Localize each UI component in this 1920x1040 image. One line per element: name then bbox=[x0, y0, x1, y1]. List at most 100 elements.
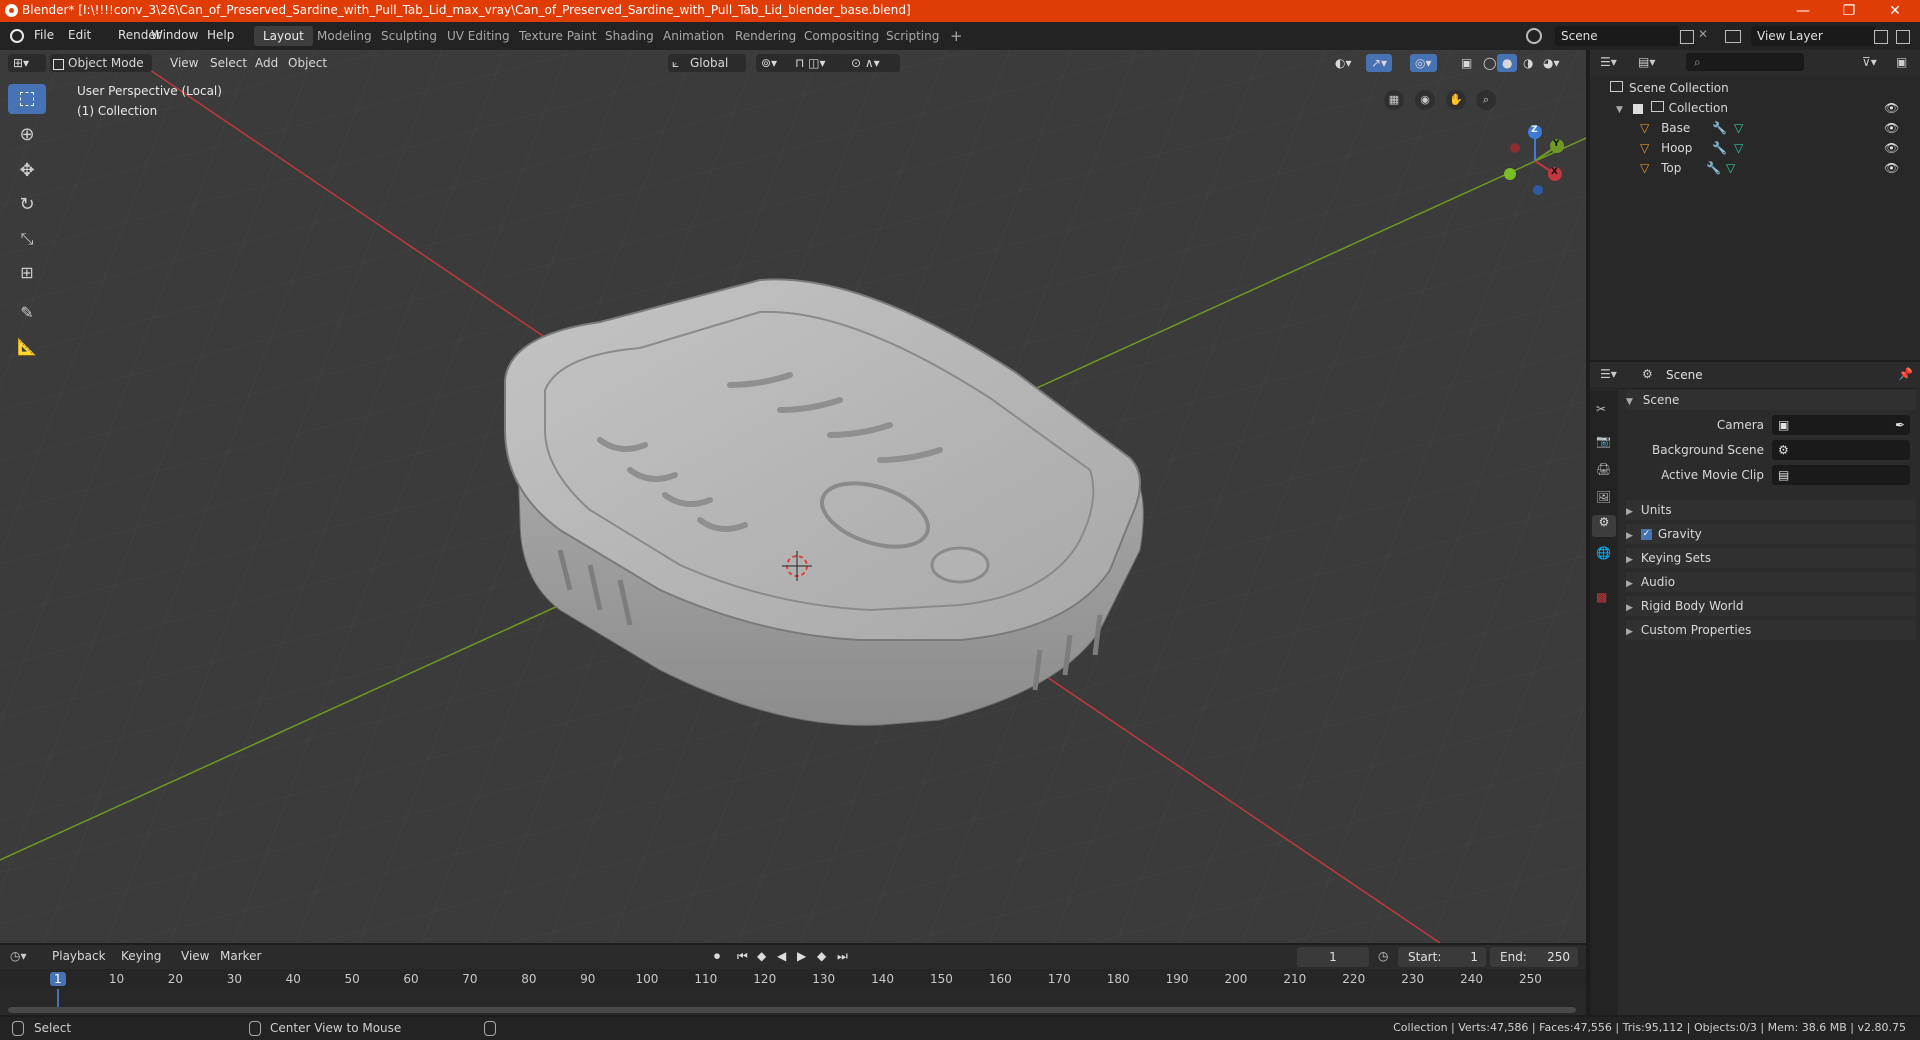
audio-section[interactable]: ▶ Audio bbox=[1626, 572, 1916, 592]
remove-view-layer-icon[interactable] bbox=[1896, 30, 1910, 44]
menu-keying[interactable]: Keying bbox=[121, 949, 161, 963]
mode-selector[interactable]: Object Mode bbox=[50, 54, 152, 72]
new-collection-icon[interactable]: ▣ bbox=[1896, 55, 1907, 69]
current-frame-indicator[interactable]: 1 bbox=[50, 972, 66, 986]
render-tab-icon[interactable]: 📷 bbox=[1596, 434, 1611, 448]
tab-scripting[interactable]: Scripting bbox=[877, 26, 948, 46]
scale-tool-icon[interactable]: ⤡ bbox=[8, 224, 46, 254]
menu-playback[interactable]: Playback bbox=[52, 949, 106, 963]
tab-uv-editing[interactable]: UV Editing bbox=[438, 26, 519, 46]
outliner-editor-icon[interactable]: ☰▾ bbox=[1600, 55, 1617, 69]
menu-view[interactable]: View bbox=[165, 54, 203, 72]
play-reverse-icon[interactable]: ◀ bbox=[777, 949, 786, 963]
eyedropper-icon[interactable]: ✒ bbox=[1895, 415, 1905, 435]
menu-select[interactable]: Select bbox=[205, 54, 252, 72]
solid-shading-icon[interactable]: ● bbox=[1497, 54, 1518, 72]
jump-end-icon[interactable]: ⏭ bbox=[837, 949, 848, 964]
menu-timeline-view[interactable]: View bbox=[181, 949, 209, 963]
menu-add[interactable]: Add bbox=[250, 54, 283, 72]
units-section[interactable]: ▶ Units bbox=[1626, 500, 1916, 520]
rotate-tool-icon[interactable]: ↻ bbox=[8, 190, 46, 220]
expand-arrow-icon[interactable]: ▼ bbox=[1616, 105, 1623, 115]
current-frame-field[interactable]: 1 bbox=[1297, 947, 1369, 967]
move-tool-icon[interactable]: ✥ bbox=[8, 156, 46, 186]
overlay-toggle-icon[interactable]: ◎▾ bbox=[1410, 54, 1437, 72]
tab-shading[interactable]: Shading bbox=[596, 26, 663, 46]
texture-tab-icon[interactable]: ▩ bbox=[1596, 590, 1607, 604]
rigid-body-world-section[interactable]: ▶ Rigid Body World bbox=[1626, 596, 1916, 616]
prev-keyframe-icon[interactable]: ◆ bbox=[757, 949, 766, 963]
view-layer-tab-icon[interactable]: 🖼 bbox=[1596, 490, 1611, 504]
remove-scene-icon[interactable]: ✕ bbox=[1698, 27, 1708, 41]
background-scene-field[interactable]: ⚙ bbox=[1772, 440, 1910, 460]
pivot-point-icon[interactable]: ⊚▾ bbox=[756, 54, 794, 72]
view-layer-selector[interactable]: View Layer bbox=[1751, 26, 1875, 46]
base-modifier-icon[interactable]: 🔧 bbox=[1712, 118, 1727, 138]
menu-help[interactable]: Help bbox=[207, 28, 234, 42]
menu-file[interactable]: File bbox=[34, 28, 54, 42]
pan-hand-icon[interactable]: ✋ bbox=[1446, 90, 1466, 110]
hoop-mesh-icon[interactable]: ▽ bbox=[1734, 138, 1743, 158]
add-workspace-button[interactable]: + bbox=[941, 26, 972, 46]
pin-icon[interactable]: 📌 bbox=[1898, 367, 1913, 381]
collection-checkbox[interactable] bbox=[1632, 103, 1643, 114]
proportional-editing-icon[interactable]: ⊙ ∧▾ bbox=[846, 54, 900, 72]
filter-icon[interactable]: ⊽▾ bbox=[1862, 55, 1877, 69]
start-frame-field[interactable]: Start: 1 bbox=[1398, 947, 1486, 967]
measure-tool-icon[interactable]: 📐 bbox=[8, 332, 46, 362]
timeline-editor-icon[interactable]: ◷▾ bbox=[10, 949, 27, 963]
snap-icon[interactable]: ⊓ ◫▾ bbox=[790, 54, 848, 72]
xray-toggle-icon[interactable]: ▣ bbox=[1456, 54, 1477, 72]
cursor-tool-icon[interactable]: ⊕ bbox=[8, 120, 46, 150]
outliner-object-top[interactable]: ▽ Top 🔧 ▽ 👁 bbox=[1640, 158, 1916, 178]
blender-menu-icon[interactable] bbox=[10, 29, 24, 43]
top-mesh-icon[interactable]: ▽ bbox=[1726, 158, 1735, 178]
outliner-object-base[interactable]: ▽ Base 🔧 ▽ 👁 bbox=[1640, 118, 1916, 138]
timeline-scrollbar[interactable] bbox=[8, 1007, 1576, 1013]
tab-texture-paint[interactable]: Texture Paint bbox=[510, 26, 605, 46]
clock-icon[interactable]: ◷ bbox=[1378, 949, 1388, 963]
gizmo-toggle-icon[interactable]: ↗▾ bbox=[1366, 54, 1393, 72]
tab-rendering[interactable]: Rendering bbox=[726, 26, 805, 46]
annotate-tool-icon[interactable]: ✎ bbox=[8, 298, 46, 328]
top-visibility-icon[interactable]: 👁 bbox=[1884, 158, 1899, 178]
gravity-checkbox[interactable]: ✓ bbox=[1640, 529, 1652, 540]
playhead-line[interactable] bbox=[57, 989, 59, 1007]
menu-window[interactable]: Window bbox=[151, 28, 198, 42]
view-layer-icon[interactable] bbox=[1725, 30, 1741, 43]
tab-animation[interactable]: Animation bbox=[654, 26, 733, 46]
display-mode-icon[interactable]: ▤▾ bbox=[1638, 55, 1655, 69]
material-shading-icon[interactable]: ◑ bbox=[1518, 54, 1538, 72]
camera-field[interactable]: ▣ ✒ bbox=[1772, 415, 1910, 435]
outliner-collection[interactable]: ▼ Collection 👁 bbox=[1616, 98, 1916, 118]
end-frame-field[interactable]: End: 250 bbox=[1490, 947, 1578, 967]
outliner-search-input[interactable]: ⌕ bbox=[1686, 53, 1804, 71]
menu-object[interactable]: Object bbox=[283, 54, 332, 72]
collection-visibility-icon[interactable]: 👁 bbox=[1884, 98, 1899, 118]
editor-type-icon[interactable]: ⊞▾ bbox=[8, 54, 46, 72]
hoop-modifier-icon[interactable]: 🔧 bbox=[1712, 138, 1727, 158]
tool-tab-icon[interactable]: ✂ bbox=[1596, 402, 1606, 416]
orientation-selector[interactable]: Global bbox=[668, 54, 746, 72]
tab-sculpting[interactable]: Sculpting bbox=[372, 26, 446, 46]
toggle-ortho-icon[interactable]: ▦ bbox=[1384, 90, 1404, 110]
scene-selector[interactable]: Scene bbox=[1555, 26, 1679, 46]
active-movie-clip-field[interactable]: ▤ bbox=[1772, 465, 1910, 485]
tab-modeling[interactable]: Modeling bbox=[308, 26, 381, 46]
record-button-icon[interactable]: ⏺ bbox=[714, 949, 720, 964]
hoop-visibility-icon[interactable]: 👁 bbox=[1884, 138, 1899, 158]
scene-tab-icon[interactable]: ⚙ bbox=[1592, 515, 1616, 537]
zoom-icon[interactable]: ⌕ bbox=[1476, 90, 1496, 110]
3d-viewport[interactable]: Z Y X User Perspective (Local) (1) Colle… bbox=[0, 50, 1586, 943]
base-mesh-icon[interactable]: ▽ bbox=[1734, 118, 1743, 138]
outliner-object-hoop[interactable]: ▽ Hoop 🔧 ▽ 👁 bbox=[1640, 138, 1916, 158]
new-scene-icon[interactable] bbox=[1680, 30, 1694, 44]
frame-ruler[interactable]: 1 10 20 30 40 50 60 70 80 90 100 110 120 130 140 150 160… bbox=[0, 969, 1586, 1007]
outliner-scene-collection[interactable]: Scene Collection bbox=[1610, 78, 1729, 98]
close-button[interactable]: ✕ bbox=[1872, 0, 1918, 22]
next-keyframe-icon[interactable]: ◆ bbox=[817, 949, 826, 963]
visibility-icon[interactable]: ◐▾ bbox=[1330, 54, 1357, 72]
camera-view-icon[interactable]: ◉ bbox=[1415, 90, 1435, 110]
tab-layout[interactable]: Layout bbox=[254, 26, 313, 46]
minimize-button[interactable]: — bbox=[1780, 0, 1826, 22]
